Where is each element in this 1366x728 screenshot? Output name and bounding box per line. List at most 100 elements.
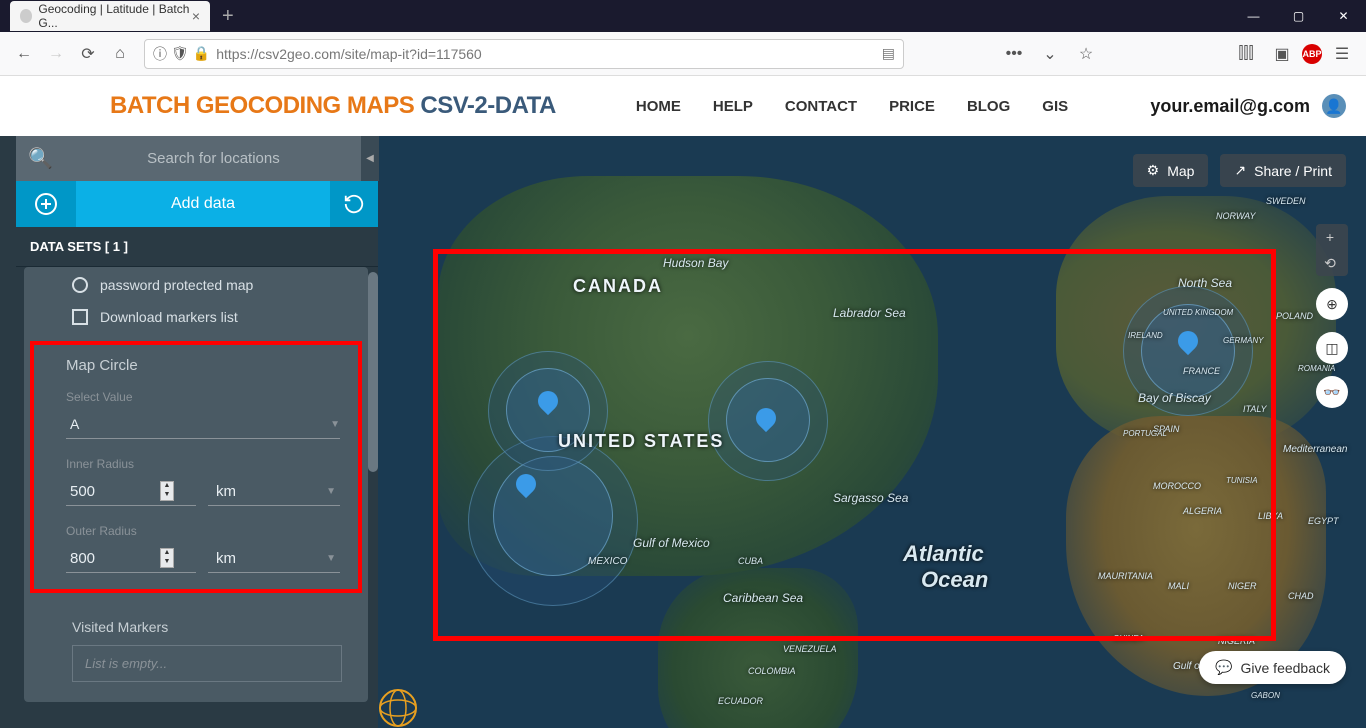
search-wrap: 🔍 [16, 136, 378, 181]
site-logo[interactable]: BATCH GEOCODING MAPS CSV-2-DATA [110, 92, 556, 120]
sidebar-icon[interactable]: ▣ [1266, 38, 1298, 70]
stepper-down-icon[interactable]: ▼ [161, 558, 173, 567]
option-label: Download markers list [100, 309, 238, 325]
info-icon[interactable]: ⓘ [153, 44, 167, 64]
site-logo-corner [378, 668, 438, 728]
shield-icon[interactable]: 🛡 [171, 45, 189, 62]
visited-title: Visited Markers [72, 619, 342, 635]
chevron-down-icon: ▼ [326, 553, 336, 564]
select-value-text: A [70, 416, 79, 432]
outer-radius-input[interactable] [70, 550, 160, 567]
checkbox-icon [72, 309, 88, 325]
chevron-down-icon: ▼ [326, 486, 336, 497]
datasets-header[interactable]: DATA SETS [ 1 ] [16, 227, 378, 267]
panel-scroll[interactable]: password protected map Download markers … [16, 267, 378, 728]
bookmark-icon[interactable]: ☆ [1070, 38, 1102, 70]
search-input[interactable] [61, 150, 366, 167]
stepper-down-icon[interactable]: ▼ [161, 491, 173, 500]
outer-radius-unit-dropdown[interactable]: km ▼ [208, 544, 340, 573]
map-canvas[interactable]: CANADA Hudson Bay Labrador Sea UNITED ST… [378, 136, 1366, 728]
back-button[interactable]: ← [8, 38, 40, 70]
share-icon: ↗ [1234, 162, 1246, 179]
landmass-south-america [658, 568, 858, 728]
more-button[interactable]: ••• [998, 38, 1030, 70]
share-label: Share / Print [1254, 163, 1332, 179]
option-password-protected[interactable]: password protected map [24, 267, 368, 299]
browser-tab[interactable]: Geocoding | Latitude | Batch G... × [10, 1, 210, 31]
outer-radius-stepper[interactable]: ▲▼ [160, 548, 174, 568]
scrollbar-thumb[interactable] [368, 272, 378, 472]
top-nav: HOME HELP CONTACT PRICE BLOG GIS [636, 98, 1068, 115]
select-value-dropdown[interactable]: A ▼ [66, 410, 340, 439]
home-button[interactable]: ⌂ [104, 38, 136, 70]
sidebar-collapse-button[interactable]: ◀ [361, 136, 379, 181]
map-mode-label: Map [1167, 163, 1194, 179]
tab-close-icon[interactable]: × [192, 8, 200, 24]
nav-contact[interactable]: CONTACT [785, 98, 857, 115]
nav-price[interactable]: PRICE [889, 98, 935, 115]
search-icon: 🔍 [28, 146, 53, 171]
inner-radius-stepper[interactable]: ▲▼ [160, 481, 174, 501]
radio-icon [72, 277, 88, 293]
user-email[interactable]: your.email@g.com [1150, 96, 1310, 117]
forward-button[interactable]: → [40, 38, 72, 70]
nav-gis[interactable]: GIS [1042, 98, 1068, 115]
pocket-icon[interactable]: ⌄ [1034, 38, 1066, 70]
reset-rotation-button[interactable]: ⟲ [1316, 250, 1344, 276]
refresh-button[interactable] [330, 181, 378, 227]
option-label: password protected map [100, 277, 253, 293]
main-layout: 🔍 Add data DATA SETS [ 1 ] password prot… [0, 136, 1366, 728]
stepper-up-icon[interactable]: ▲ [161, 549, 173, 558]
inner-radius-label: Inner Radius [66, 457, 340, 471]
select-value-label: Select Value [66, 390, 340, 404]
streetview-button[interactable]: 👓 [1316, 376, 1348, 408]
map-controls-right: + ⟲ ⊕ ◫ 👓 [1316, 224, 1348, 408]
tab-title: Geocoding | Latitude | Batch G... [38, 2, 191, 30]
reload-button[interactable]: ⟳ [72, 38, 104, 70]
nav-help[interactable]: HELP [713, 98, 753, 115]
inner-radius-unit-dropdown[interactable]: km ▼ [208, 477, 340, 506]
unit-text: km [216, 550, 236, 567]
sliders-icon: ⚙ [1147, 162, 1160, 179]
stepper-up-icon[interactable]: ▲ [161, 482, 173, 491]
menu-button[interactable]: ☰ [1326, 38, 1358, 70]
library-icon[interactable]: ⫿⫿⫿ [1230, 38, 1262, 70]
add-data-button[interactable]: Add data [76, 181, 330, 227]
outer-radius-label: Outer Radius [66, 524, 340, 538]
close-button[interactable]: ✕ [1321, 0, 1366, 32]
compare-button[interactable]: ◫ [1316, 332, 1348, 364]
zoom-control: + ⟲ [1316, 224, 1348, 276]
map-circle-inner[interactable] [493, 456, 613, 576]
panel-content: password protected map Download markers … [24, 267, 368, 702]
visited-list-empty: List is empty... [72, 645, 342, 682]
minimize-button[interactable]: — [1231, 0, 1276, 32]
user-avatar-icon[interactable]: 👤 [1322, 94, 1346, 118]
maximize-button[interactable]: ▢ [1276, 0, 1321, 32]
map-controls-top: ⚙ Map ↗ Share / Print [1133, 154, 1346, 187]
zoom-in-button[interactable]: + [1316, 224, 1344, 250]
reader-icon[interactable]: ▤ [882, 45, 895, 62]
share-print-button[interactable]: ↗ Share / Print [1220, 154, 1346, 187]
feedback-button[interactable]: 💬 Give feedback [1199, 651, 1346, 684]
browser-titlebar: Geocoding | Latitude | Batch G... × + — … [0, 0, 1366, 32]
nav-home[interactable]: HOME [636, 98, 681, 115]
nav-blog[interactable]: BLOG [967, 98, 1010, 115]
unit-text: km [216, 483, 236, 500]
map-mode-button[interactable]: ⚙ Map [1133, 154, 1209, 187]
visited-markers-section: Visited Markers List is empty... [24, 603, 368, 702]
feedback-label: Give feedback [1241, 660, 1331, 676]
inner-radius-input[interactable] [70, 483, 160, 500]
tab-favicon [20, 9, 32, 23]
new-tab-button[interactable]: + [222, 5, 234, 28]
chevron-down-icon: ▼ [330, 419, 340, 430]
locate-button[interactable]: ⊕ [1316, 288, 1348, 320]
url-text: https://csv2geo.com/site/map-it?id=11756… [216, 46, 482, 62]
option-download-markers[interactable]: Download markers list [24, 299, 368, 331]
add-data-row: Add data [16, 181, 378, 227]
map-circle-title: Map Circle [66, 357, 340, 374]
url-bar[interactable]: ⓘ 🛡 🔒 https://csv2geo.com/site/map-it?id… [144, 39, 904, 69]
lock-icon: 🔒 [193, 45, 210, 62]
outer-radius-input-wrap: ▲▼ [66, 544, 196, 573]
abp-icon[interactable]: ABP [1302, 44, 1322, 64]
add-data-plus-button[interactable] [16, 181, 76, 227]
